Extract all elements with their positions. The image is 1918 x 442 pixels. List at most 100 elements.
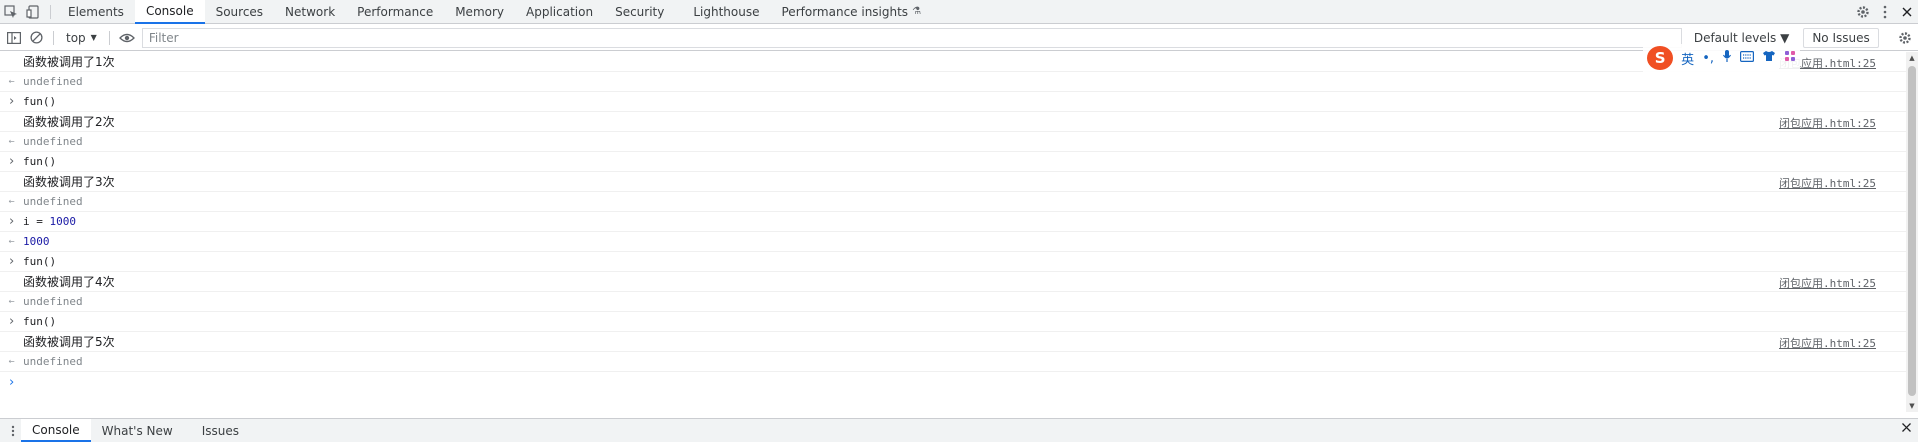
number-literal: 1000 bbox=[49, 215, 77, 228]
drawer-menu-icon[interactable] bbox=[5, 420, 21, 442]
source-link[interactable]: 闭包应用.html:25 bbox=[1779, 175, 1876, 191]
console-message-row: › i = 1000 bbox=[0, 212, 1906, 232]
source-link[interactable]: 闭包应用.html:25 bbox=[1779, 275, 1876, 291]
toolbar-divider bbox=[108, 30, 110, 45]
tab-label: Performance insights bbox=[781, 4, 909, 19]
drawer-tab-console[interactable]: Console bbox=[21, 419, 91, 442]
tab-label: Network bbox=[285, 4, 336, 19]
tab-lighthouse[interactable]: Lighthouse bbox=[675, 0, 770, 24]
input-expression: fun() bbox=[23, 315, 57, 328]
input-chevron-icon: › bbox=[7, 214, 16, 229]
scroll-up-arrow-icon[interactable]: ▲ bbox=[1906, 52, 1918, 64]
tab-memory[interactable]: Memory bbox=[444, 0, 515, 24]
scroll-down-arrow-icon[interactable]: ▼ bbox=[1906, 400, 1918, 412]
input-expression: fun() bbox=[23, 255, 57, 268]
live-expression-eye-icon[interactable] bbox=[116, 27, 138, 49]
console-scrollbar[interactable]: ▲ ▼ bbox=[1906, 52, 1918, 412]
console-message-row: 函数被调用了5次 闭包应用.html:25 bbox=[0, 332, 1906, 352]
tab-elements[interactable]: Elements bbox=[57, 0, 135, 24]
log-message-text: 函数被调用了4次 bbox=[23, 275, 115, 289]
toolbar-divider bbox=[53, 30, 54, 45]
result-arrow-icon: ← bbox=[8, 196, 15, 207]
drawer-tab-whats-new[interactable]: What's New bbox=[91, 419, 184, 442]
input-expression: fun() bbox=[23, 155, 57, 168]
clear-console-icon[interactable] bbox=[25, 27, 47, 49]
sogou-logo-icon[interactable]: S bbox=[1647, 46, 1674, 70]
execution-context-select[interactable]: top ▼ bbox=[60, 31, 103, 45]
result-arrow-icon: ← bbox=[8, 136, 15, 147]
console-message-row: ← undefined bbox=[0, 352, 1906, 372]
more-options-icon[interactable] bbox=[1874, 1, 1896, 23]
tab-security[interactable]: Security bbox=[604, 0, 675, 24]
close-drawer-icon[interactable] bbox=[1901, 422, 1912, 437]
tab-label: Console bbox=[32, 422, 80, 437]
console-message-row: ← undefined bbox=[0, 292, 1906, 312]
console-message-row: ← undefined bbox=[0, 132, 1906, 152]
ime-punctuation-icon[interactable]: •, bbox=[1702, 51, 1714, 66]
console-message-row: › fun() bbox=[0, 152, 1906, 172]
devtools-main-toolbar: Elements Console Sources Network Perform… bbox=[0, 0, 1918, 24]
close-devtools-icon[interactable] bbox=[1896, 1, 1918, 23]
ime-language-toggle[interactable]: 英 bbox=[1681, 49, 1694, 68]
scrollbar-thumb[interactable] bbox=[1908, 66, 1916, 396]
console-message-row: ← undefined bbox=[0, 192, 1906, 212]
sidebar-toggle-icon[interactable] bbox=[3, 27, 25, 49]
tab-label: Performance bbox=[357, 4, 434, 19]
tab-console[interactable]: Console bbox=[134, 0, 205, 24]
result-value: undefined bbox=[23, 75, 83, 88]
source-link[interactable]: 闭包应用.html:25 bbox=[1779, 115, 1876, 131]
result-arrow-icon: ← bbox=[8, 296, 15, 307]
issues-button[interactable]: No Issues bbox=[1803, 27, 1879, 48]
inspect-element-icon[interactable] bbox=[0, 1, 22, 23]
result-value: 1000 bbox=[23, 235, 50, 248]
tab-label: Security bbox=[615, 4, 665, 19]
console-messages[interactable]: 函数被调用了1次 闭包应用.html:25 ← undefined › fun() 函数被调… bbox=[0, 52, 1906, 412]
log-levels-dropdown[interactable]: Default levels ▼ bbox=[1688, 31, 1796, 45]
log-message-text: 函数被调用了1次 bbox=[23, 55, 115, 69]
toolbar-divider bbox=[50, 4, 51, 19]
filter-placeholder: Filter bbox=[148, 30, 179, 45]
result-arrow-icon: ← bbox=[8, 76, 15, 87]
tab-network[interactable]: Network bbox=[274, 0, 346, 24]
tab-sources[interactable]: Sources bbox=[205, 0, 274, 24]
console-settings-gear-icon[interactable] bbox=[1894, 27, 1916, 49]
log-message-text: 函数被调用了3次 bbox=[23, 175, 115, 189]
tab-label: Sources bbox=[215, 4, 264, 19]
context-label: top bbox=[66, 30, 86, 45]
console-message-row: › fun() bbox=[0, 312, 1906, 332]
ime-toolbar: S 英 •, bbox=[1643, 44, 1800, 72]
input-chevron-icon: › bbox=[7, 254, 16, 269]
tab-application[interactable]: Application bbox=[515, 0, 604, 24]
drawer-tab-issues[interactable]: Issues bbox=[184, 419, 250, 442]
tab-label: Lighthouse bbox=[693, 4, 760, 19]
tab-label: Memory bbox=[455, 4, 505, 19]
log-message-text: 函数被调用了5次 bbox=[23, 335, 115, 349]
result-value: undefined bbox=[23, 195, 83, 208]
soft-keyboard-icon[interactable] bbox=[1740, 50, 1755, 66]
tab-performance[interactable]: Performance bbox=[346, 0, 444, 24]
log-message-text: 函数被调用了2次 bbox=[23, 115, 115, 129]
console-message-row: ← 1000 bbox=[0, 232, 1906, 252]
input-expression: i = 1000 bbox=[23, 215, 76, 228]
result-arrow-icon: ← bbox=[8, 236, 15, 247]
microphone-icon[interactable] bbox=[1722, 49, 1732, 67]
tab-label: Application bbox=[526, 4, 594, 19]
source-link[interactable]: 闭包应用.html:25 bbox=[1779, 335, 1876, 351]
console-prompt[interactable]: › bbox=[0, 372, 1906, 392]
tab-label: What's New bbox=[101, 423, 173, 438]
input-expression: fun() bbox=[23, 95, 57, 108]
devtools-drawer-tabbar: Console What's New Issues bbox=[0, 418, 1918, 442]
console-message-row: 函数被调用了1次 闭包应用.html:25 bbox=[0, 52, 1906, 72]
result-arrow-icon: ← bbox=[8, 356, 15, 367]
skin-shirt-icon[interactable] bbox=[1762, 50, 1776, 66]
device-toolbar-icon[interactable] bbox=[22, 1, 44, 23]
toolbar-right-actions bbox=[1852, 0, 1918, 24]
issues-label: No Issues bbox=[1812, 30, 1870, 45]
ime-apps-grid-icon[interactable] bbox=[1784, 50, 1796, 66]
input-chevron-icon: › bbox=[7, 314, 16, 329]
settings-gear-icon[interactable] bbox=[1852, 1, 1874, 23]
tab-label: Issues bbox=[201, 423, 240, 438]
console-filter-input[interactable]: Filter bbox=[141, 27, 1682, 48]
tab-performance-insights[interactable]: Performance insights ⚗ bbox=[771, 0, 933, 24]
tab-label: Elements bbox=[68, 4, 124, 19]
